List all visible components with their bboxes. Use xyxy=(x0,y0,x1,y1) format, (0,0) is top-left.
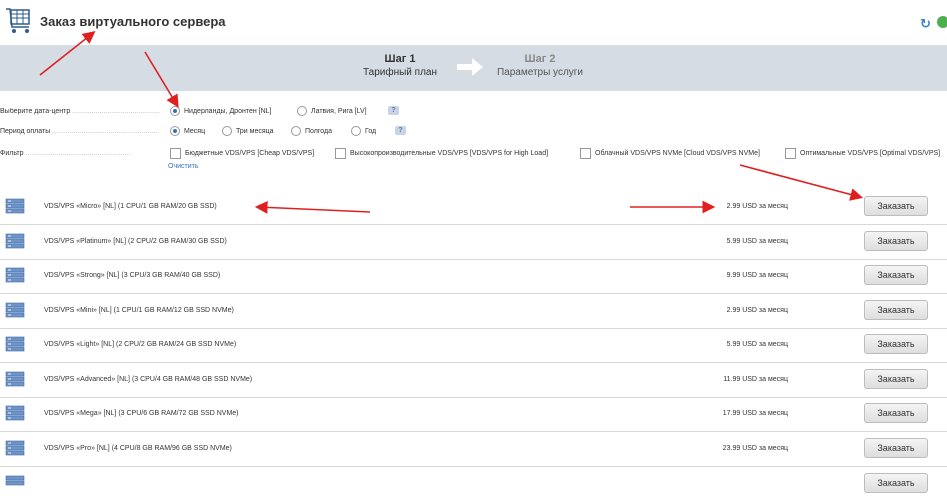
datacenter-option-label: Латвия, Рига [LV] xyxy=(311,107,367,115)
order-button[interactable]: Заказать xyxy=(864,403,928,423)
filter-option-cloud[interactable]: Облачный VDS/VPS NVMe [Cloud VDS/VPS NVM… xyxy=(580,148,760,159)
tariff-price: 2.99 USD за месяц xyxy=(726,307,788,314)
filter-option-label: Бюджетные VDS/VPS [Cheap VDS/VPS] xyxy=(185,150,315,157)
period-option-label: Месяц xyxy=(184,127,206,135)
help-icon[interactable]: ? xyxy=(388,106,399,115)
step-2-number: Шаг 2 xyxy=(524,53,556,65)
order-button[interactable]: Заказать xyxy=(864,300,928,320)
server-icon xyxy=(5,267,25,283)
period-option-year[interactable]: Год xyxy=(351,126,376,136)
filter-option-cheap[interactable]: Бюджетные VDS/VPS [Cheap VDS/VPS] xyxy=(170,148,314,159)
radio-selected-icon[interactable] xyxy=(170,126,180,136)
filter-option-optimal[interactable]: Оптимальные VDS/VPS [Optimal VDS/VPS] xyxy=(785,148,940,159)
tariff-price: 5.99 USD за месяц xyxy=(726,238,788,245)
tariff-name: VDS/VPS «Mini» [NL] (1 CPU/1 GB RAM/12 G… xyxy=(44,307,234,314)
step-1-name: Тарифный план xyxy=(362,67,437,78)
radio-selected-icon[interactable] xyxy=(170,106,180,116)
filter-option-highload[interactable]: Высокопроизводительные VDS/VPS [VDS/VPS … xyxy=(335,148,548,159)
tariff-name: VDS/VPS «Advanced» [NL] (3 CPU/4 GB RAM/… xyxy=(44,376,253,383)
order-button[interactable]: Заказать xyxy=(864,438,928,458)
tariff-name: VDS/VPS «Strong» [NL] (3 CPU/3 GB RAM/40… xyxy=(44,272,221,279)
period-option-label: Полгода xyxy=(305,127,332,135)
filter-option-label: Оптимальные VDS/VPS [Optimal VDS/VPS] xyxy=(800,150,941,157)
table-row: VDS/VPS «Pro» [NL] (4 CPU/8 GB RAM/96 GB… xyxy=(0,432,947,467)
radio-icon[interactable] xyxy=(297,106,307,116)
period-option-month[interactable]: Месяц xyxy=(170,126,205,136)
table-row: VDS/VPS «Platinum» [NL] (2 CPU/2 GB RAM/… xyxy=(0,225,947,260)
order-button[interactable]: Заказать xyxy=(864,265,928,285)
tariff-price: 23.99 USD за месяц xyxy=(722,445,788,452)
tariff-name: VDS/VPS «Mega» [NL] (3 CPU/6 GB RAM/72 G… xyxy=(44,410,239,417)
server-icon xyxy=(5,371,25,387)
order-button[interactable]: Заказать xyxy=(864,231,928,251)
period-option-halfyear[interactable]: Полгода xyxy=(291,126,332,136)
tariff-name: VDS/VPS «Light» [NL] (2 CPU/2 GB RAM/24 … xyxy=(44,341,237,348)
step-1: Шаг 1 Тарифный план xyxy=(350,53,450,78)
step-2: Шаг 2 Параметры услуги xyxy=(490,53,590,78)
radio-icon[interactable] xyxy=(222,126,232,136)
order-button[interactable]: Заказать xyxy=(864,196,928,216)
server-icon xyxy=(5,198,25,214)
table-row: VDS/VPS «Light» [NL] (2 CPU/2 GB RAM/24 … xyxy=(0,328,947,363)
server-icon xyxy=(5,302,25,318)
refresh-icon[interactable]: ↻ xyxy=(920,16,931,32)
order-button[interactable]: Заказать xyxy=(864,369,928,389)
tariff-name: VDS/VPS «Pro» [NL] (4 CPU/8 GB RAM/96 GB… xyxy=(44,445,232,452)
tariff-price: 9.99 USD за месяц xyxy=(726,272,788,279)
checkbox-icon[interactable] xyxy=(170,148,181,159)
order-button[interactable]: Заказать xyxy=(864,473,928,493)
filter-option-label: Высокопроизводительные VDS/VPS [VDS/VPS … xyxy=(350,150,549,157)
cart-icon xyxy=(6,8,30,33)
server-icon xyxy=(5,440,25,456)
filter-option-label: Облачный VDS/VPS NVMe [Cloud VDS/VPS NVM… xyxy=(595,150,760,157)
checkbox-icon[interactable] xyxy=(580,148,591,159)
tariff-name: VDS/VPS «Micro» [NL] (1 CPU/1 GB RAM/20 … xyxy=(44,203,217,210)
period-option-label: Год xyxy=(365,127,377,135)
table-row: VDS/VPS «Mini» [NL] (1 CPU/1 GB RAM/12 G… xyxy=(0,294,947,329)
tariff-price: 2.99 USD за месяц xyxy=(726,203,788,210)
help-icon[interactable]: ? xyxy=(395,126,406,135)
checkbox-icon[interactable] xyxy=(335,148,346,159)
server-icon xyxy=(5,405,25,421)
order-button[interactable]: Заказать xyxy=(864,334,928,354)
tariff-price: 11.99 USD за месяц xyxy=(723,376,788,383)
datacenter-option-lv[interactable]: Латвия, Рига [LV] xyxy=(297,106,367,116)
period-label: Период оплаты xyxy=(0,128,160,135)
server-icon xyxy=(5,233,25,249)
radio-icon[interactable] xyxy=(351,126,361,136)
radio-icon[interactable] xyxy=(291,126,301,136)
table-row: VDS/VPS «Advanced» [NL] (3 CPU/4 GB RAM/… xyxy=(0,363,947,398)
datacenter-option-nl[interactable]: Нидерланды, Дронтен [NL] xyxy=(170,106,272,116)
step-1-number: Шаг 1 xyxy=(384,53,416,65)
server-icon xyxy=(5,336,25,352)
period-option-3months[interactable]: Три месяца xyxy=(222,126,274,136)
globe-icon[interactable] xyxy=(937,16,947,28)
table-row: VDS/VPS «Strong» [NL] (3 CPU/3 GB RAM/40… xyxy=(0,259,947,294)
server-icon xyxy=(5,475,25,486)
page-title: Заказ виртуального сервера xyxy=(40,14,226,29)
step-2-name: Параметры услуги xyxy=(496,67,584,78)
tariff-name: VDS/VPS «Platinum» [NL] (2 CPU/2 GB RAM/… xyxy=(44,238,227,245)
checkbox-icon[interactable] xyxy=(785,148,796,159)
datacenter-option-label: Нидерланды, Дронтен [NL] xyxy=(184,107,272,115)
table-row: Заказать xyxy=(0,467,947,501)
period-option-label: Три месяца xyxy=(236,127,274,135)
tariff-price: 5.99 USD за месяц xyxy=(726,341,788,348)
datacenter-label: Выберите дата-центр xyxy=(0,108,160,115)
step-arrow-icon xyxy=(457,58,483,76)
clear-filter-link[interactable]: Очистить xyxy=(168,163,198,170)
table-row: VDS/VPS «Micro» [NL] (1 CPU/1 GB RAM/20 … xyxy=(0,190,947,225)
table-row: VDS/VPS «Mega» [NL] (3 CPU/6 GB RAM/72 G… xyxy=(0,397,947,432)
filter-label: Фильтр xyxy=(0,150,160,157)
tariff-price: 17.99 USD за месяц xyxy=(722,410,788,417)
